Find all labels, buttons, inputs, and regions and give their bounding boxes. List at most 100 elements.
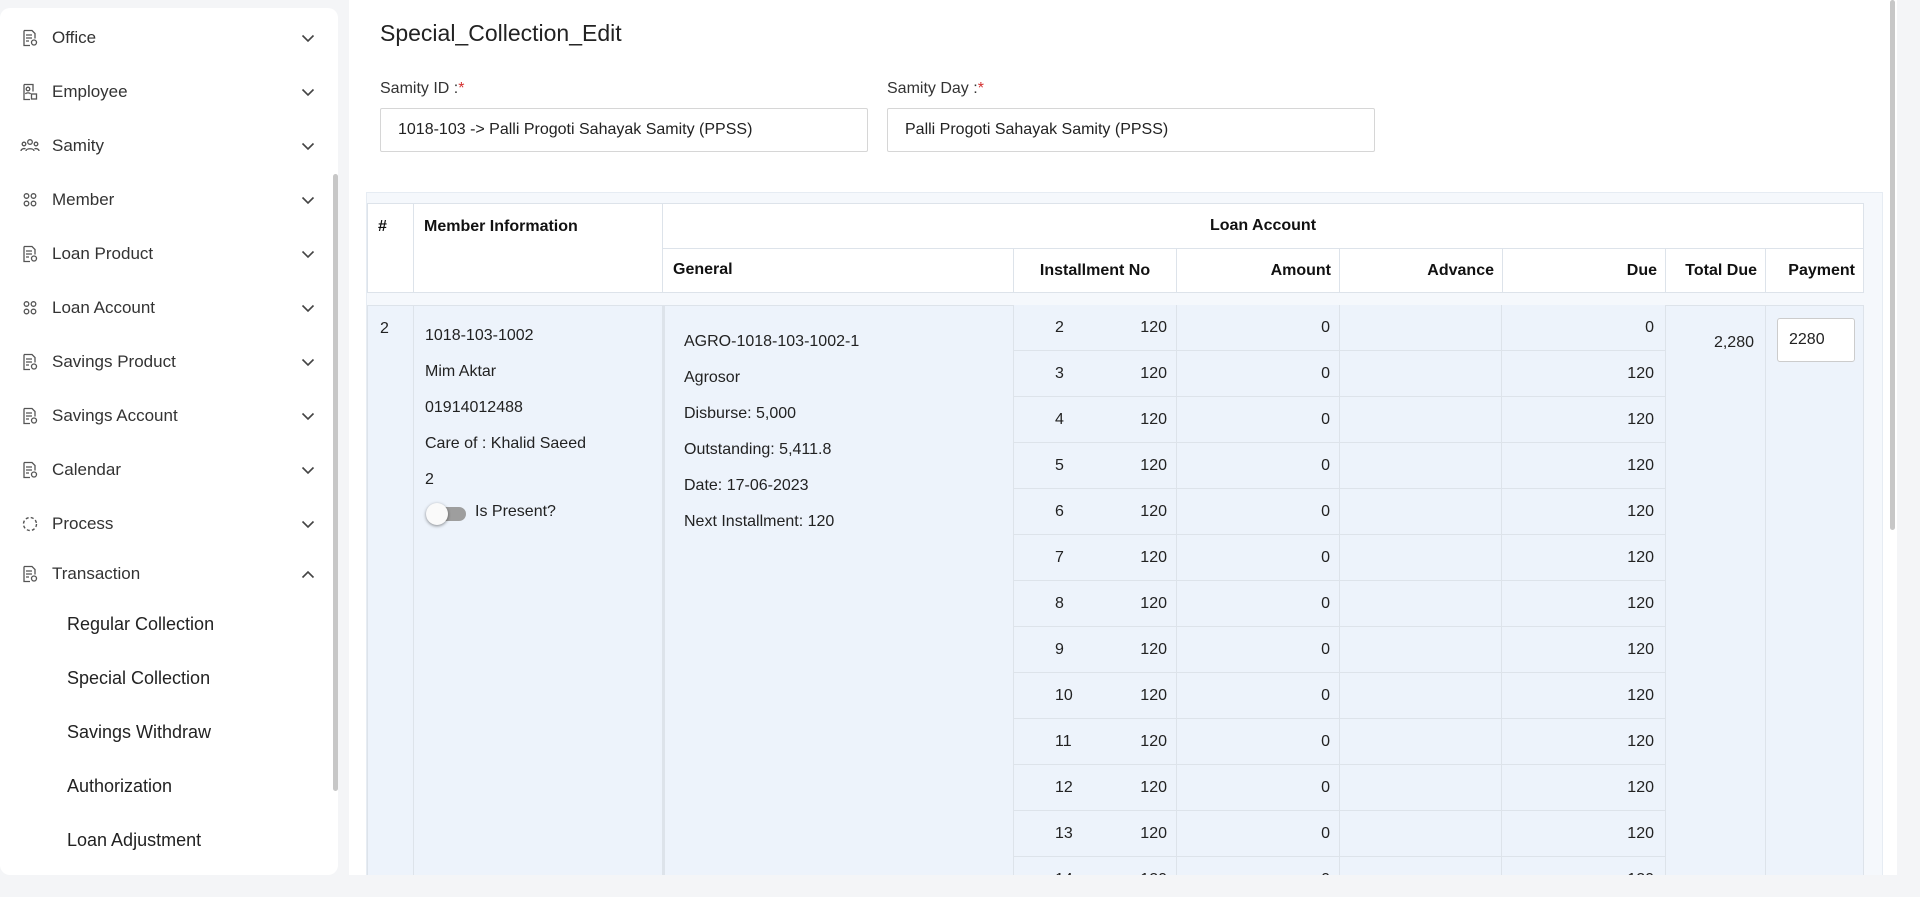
chevron-down-icon [300, 408, 316, 424]
installment-amount: 120 [1140, 687, 1167, 704]
installment-row: 3 120 0 120 [1013, 351, 1666, 397]
next-installment: Next Installment: 120 [684, 513, 835, 530]
document-icon [20, 460, 40, 480]
installment-due: 120 [1627, 871, 1654, 875]
installment-amount: 120 [1140, 733, 1167, 750]
submenu-authorization[interactable]: Authorization [67, 771, 172, 801]
installment-due: 120 [1627, 779, 1654, 796]
samity-day-field[interactable]: Palli Progoti Sahayak Samity (PPSS) [887, 108, 1375, 152]
total-due-value: 2,280 [1713, 334, 1754, 351]
submenu-savings-withdraw[interactable]: Savings Withdraw [67, 717, 211, 747]
sidebar-item-label: Loan Account [52, 298, 156, 317]
sidebar-item-calendar[interactable]: Calendar [0, 450, 330, 490]
installment-due: 120 [1627, 641, 1654, 658]
chevron-up-icon [300, 566, 316, 582]
installment-advance: 0 [1321, 871, 1330, 875]
sidebar-item-loan-product[interactable]: Loan Product [0, 234, 330, 274]
installment-advance: 0 [1321, 549, 1330, 566]
samity-day-label: Samity Day :* [887, 80, 984, 97]
chevron-down-icon [300, 138, 316, 154]
payment-input[interactable]: 2280 [1777, 318, 1855, 362]
sidebar-item-savings-product[interactable]: Savings Product [0, 342, 330, 382]
submenu-loan-adjustment[interactable]: Loan Adjustment [67, 825, 201, 855]
row-index-cell: 2 [367, 305, 414, 875]
document-icon [20, 406, 40, 426]
submenu-regular-collection[interactable]: Regular Collection [67, 609, 214, 639]
installment-no: 7 [1055, 549, 1064, 566]
installment-no: 9 [1055, 641, 1064, 658]
installment-row: 8 120 0 120 [1013, 581, 1666, 627]
installment-amount: 120 [1140, 457, 1167, 474]
sidebar-item-label: Employee [52, 82, 128, 101]
sidebar-item-label: Calendar [52, 460, 121, 479]
sidebar-item-savings-account[interactable]: Savings Account [0, 396, 330, 436]
installment-row: 6 120 0 120 [1013, 489, 1666, 535]
sidebar-item-transaction[interactable]: Transaction [0, 554, 330, 594]
installment-advance: 0 [1321, 595, 1330, 612]
chevron-down-icon [300, 462, 316, 478]
id-card-icon [20, 82, 40, 102]
installment-due: 120 [1627, 595, 1654, 612]
document-icon [20, 244, 40, 264]
member-number: 2 [425, 471, 434, 488]
header-amount: Amount [1176, 248, 1340, 293]
samity-id-label: Samity ID :* [380, 80, 465, 97]
installment-no: 14 [1055, 871, 1073, 875]
sidebar-item-label: Office [52, 28, 97, 47]
installment-no: 5 [1055, 457, 1064, 474]
payment-cell: 2280 [1765, 305, 1864, 875]
installment-row: 2 120 0 0 [1013, 305, 1666, 351]
installments-grid: 2 120 0 0 3 120 0 120 4 120 0 120 5 120 0 120 6 120 0 120 7 1… [1013, 305, 1666, 875]
installment-row: 10 120 0 120 [1013, 673, 1666, 719]
installment-due: 120 [1627, 365, 1654, 382]
samity-id-select[interactable]: 1018-103 -> Palli Progoti Sahayak Samity… [380, 108, 868, 152]
installment-row: 5 120 0 120 [1013, 443, 1666, 489]
installment-advance: 0 [1321, 825, 1330, 842]
outstanding-amount: Outstanding: 5,411.8 [684, 441, 832, 458]
installment-amount: 120 [1140, 503, 1167, 520]
sidebar-item-office[interactable]: Office [0, 18, 330, 58]
installment-advance: 0 [1321, 411, 1330, 428]
header-index: # [367, 203, 414, 293]
installment-amount: 120 [1140, 549, 1167, 566]
sidebar-item-label: Process [52, 514, 114, 533]
installment-amount: 120 [1140, 411, 1167, 428]
chevron-down-icon [300, 354, 316, 370]
document-icon [20, 564, 40, 584]
sidebar-item-employee[interactable]: Employee [0, 72, 330, 112]
sidebar-item-samity[interactable]: Samity [0, 126, 330, 166]
installment-row: 14 120 0 120 [1013, 857, 1666, 875]
chevron-down-icon [300, 246, 316, 262]
sidebar-item-process[interactable]: Process [0, 504, 330, 544]
installment-due: 120 [1627, 411, 1654, 428]
loan-account-code: AGRO-1018-103-1002-1 [684, 333, 860, 350]
main-scrollbar[interactable] [1887, 0, 1897, 530]
is-present-toggle[interactable] [426, 501, 466, 527]
submenu-special-collection[interactable]: Special Collection [67, 663, 210, 693]
installment-no: 11 [1055, 733, 1072, 750]
member-care-of: Care of : Khalid Saeed [425, 435, 586, 452]
sidebar-nav: Office Employee Samity Member Loan Product Lo… [0, 8, 338, 875]
chevron-down-icon [300, 30, 316, 46]
installment-no: 6 [1055, 503, 1064, 520]
installment-no: 13 [1055, 825, 1073, 842]
document-icon [20, 352, 40, 372]
installment-amount: 120 [1140, 319, 1167, 336]
installment-no: 12 [1055, 779, 1073, 796]
chevron-down-icon [300, 192, 316, 208]
chevron-down-icon [300, 84, 316, 100]
installment-due: 120 [1627, 687, 1654, 704]
sidebar-item-label: Savings Product [52, 352, 176, 371]
member-phone: 01914012488 [425, 399, 523, 416]
chevron-down-icon [300, 516, 316, 532]
installment-row: 4 120 0 120 [1013, 397, 1666, 443]
sidebar-item-member[interactable]: Member [0, 180, 330, 220]
installment-advance: 0 [1321, 779, 1330, 796]
installment-advance: 0 [1321, 641, 1330, 658]
sidebar-item-loan-account[interactable]: Loan Account [0, 288, 330, 328]
installment-due: 120 [1627, 503, 1654, 520]
sidebar-scrollbar[interactable] [333, 174, 338, 791]
disburse-date: Date: 17-06-2023 [684, 477, 809, 494]
installment-advance: 0 [1321, 365, 1330, 382]
installment-due: 120 [1627, 733, 1654, 750]
